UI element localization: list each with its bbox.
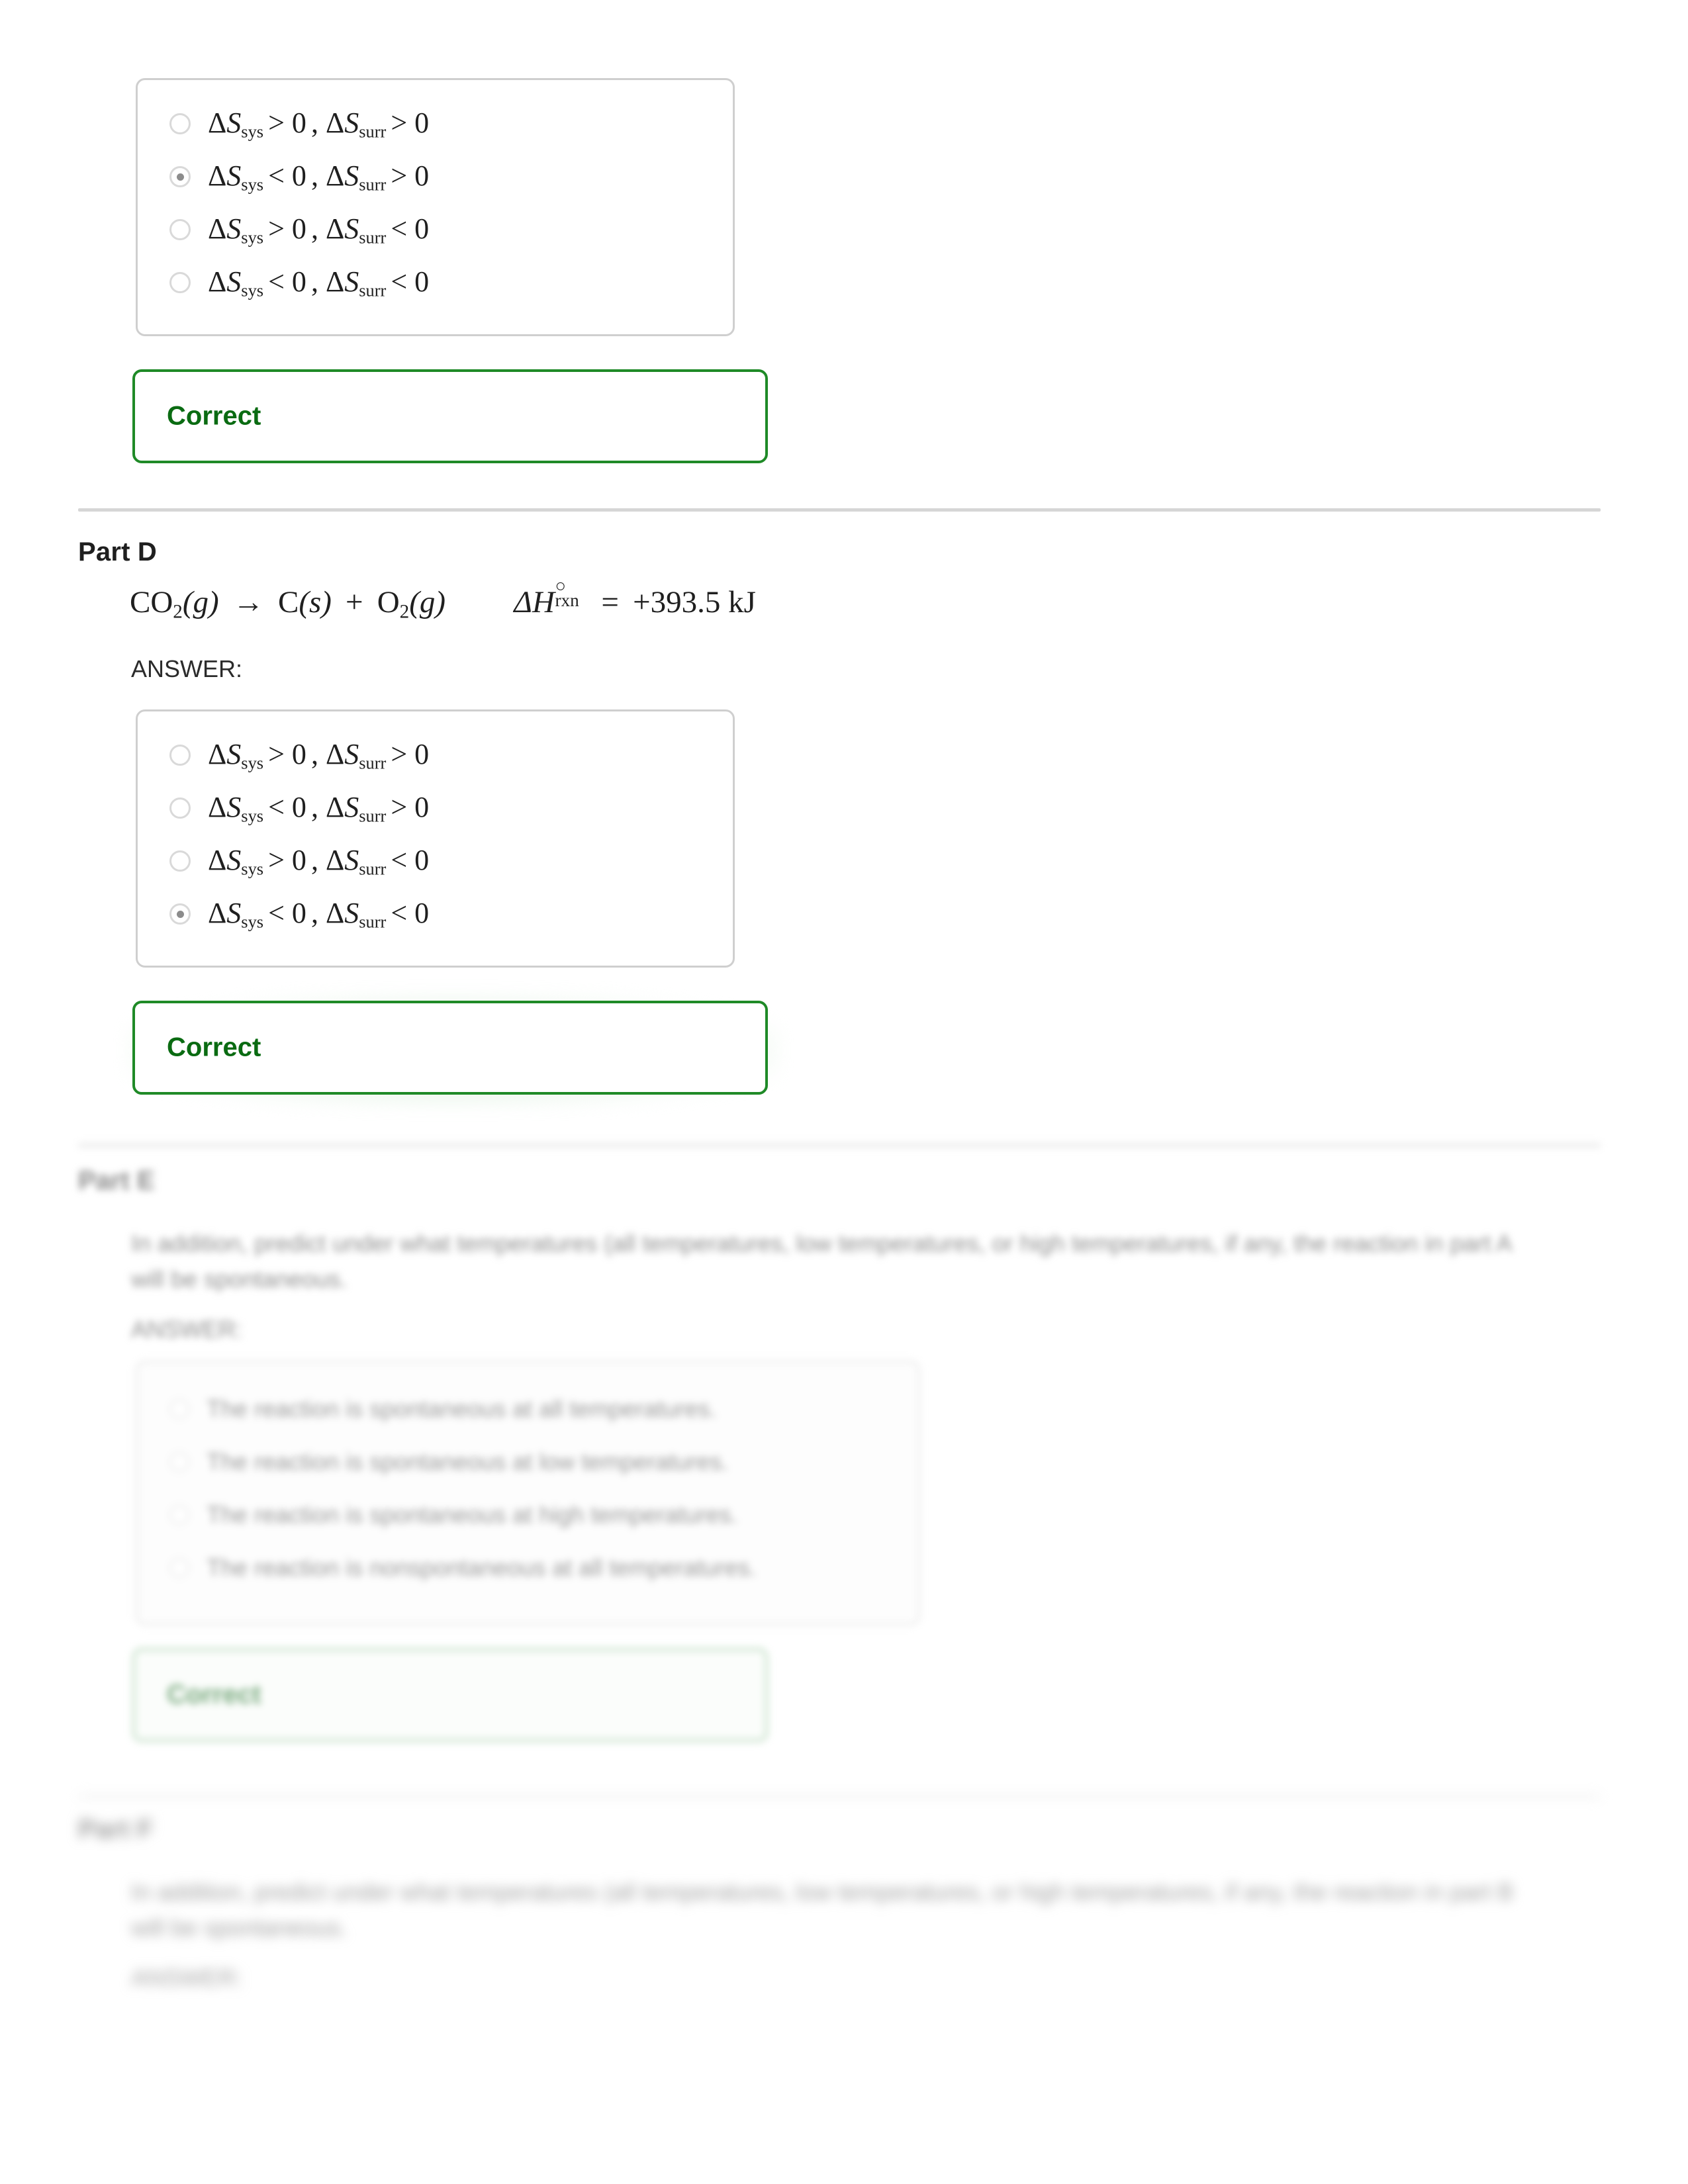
radio-icon[interactable] [169, 272, 191, 293]
option-label: The reaction is nonspontaneous at all te… [207, 1554, 757, 1581]
part-d-answer-label: ANSWER: [131, 655, 243, 682]
part-c-feedback-box: Correct [132, 369, 768, 463]
radio-icon[interactable] [169, 1452, 189, 1472]
option-label: ΔSsys > 0, ΔSsurr < 0 [208, 212, 430, 248]
option-label: ΔSsys > 0, ΔSsurr < 0 [208, 843, 430, 879]
part-e-heading: Part E [78, 1166, 155, 1195]
part-c-option-1[interactable]: ΔSsys > 0, ΔSsurr > 0 [138, 97, 733, 150]
part-c-options-box[interactable]: ΔSsys > 0, ΔSsurr > 0 ΔSsys < 0, ΔSsurr > 0 … [136, 78, 735, 336]
part-f-answer-label: ANSWER: [131, 1964, 243, 1991]
part-c-feedback-text: Correct [167, 401, 261, 431]
section-divider-e-f [78, 1795, 1601, 1798]
option-label: The reaction is spontaneous at high temp… [207, 1501, 738, 1528]
part-e-options-box[interactable]: The reaction is spontaneous at all tempe… [136, 1361, 920, 1625]
radio-icon[interactable] [169, 1558, 189, 1578]
radio-icon-selected[interactable] [169, 903, 191, 925]
option-label: The reaction is spontaneous at low tempe… [207, 1448, 729, 1475]
radio-icon-selected[interactable] [169, 166, 191, 187]
option-label: ΔSsys < 0, ΔSsurr > 0 [208, 159, 430, 195]
part-e-option-3[interactable]: The reaction is spontaneous at high temp… [138, 1488, 918, 1541]
radio-icon[interactable] [169, 113, 191, 134]
part-e-option-4[interactable]: The reaction is nonspontaneous at all te… [138, 1541, 918, 1594]
section-divider-c-d [78, 508, 1601, 512]
part-d-option-3[interactable]: ΔSsys > 0, ΔSsurr < 0 [138, 835, 733, 887]
part-d-option-1[interactable]: ΔSsys > 0, ΔSsurr > 0 [138, 729, 733, 782]
option-label: The reaction is spontaneous at all tempe… [207, 1395, 717, 1422]
part-e-feedback-text: Correct [167, 1680, 261, 1709]
part-f-heading: Part F [78, 1815, 154, 1844]
part-e-answer-label: ANSWER: [131, 1316, 243, 1343]
section-divider-d-e [78, 1144, 1601, 1147]
radio-icon[interactable] [169, 1399, 189, 1419]
option-label: ΔSsys < 0, ΔSsurr < 0 [208, 896, 430, 932]
part-d-equation: CO2(g) → C(s) + O2(g) ΔH ○ rxn = +393.5 kJ [130, 576, 756, 623]
part-c-option-2[interactable]: ΔSsys < 0, ΔSsurr > 0 [138, 150, 733, 203]
radio-icon[interactable] [169, 745, 191, 766]
part-e-feedback-box: Correct [132, 1648, 768, 1742]
part-d-feedback-box: Correct [132, 1001, 768, 1095]
option-label: ΔSsys > 0, ΔSsurr > 0 [208, 106, 430, 142]
part-d-feedback-text: Correct [167, 1032, 261, 1062]
part-c-option-4[interactable]: ΔSsys < 0, ΔSsurr < 0 [138, 256, 733, 309]
part-d-options-box[interactable]: ΔSsys > 0, ΔSsurr > 0 ΔSsys < 0, ΔSsurr > 0 … [136, 709, 735, 968]
part-d-heading: Part D [78, 537, 158, 567]
option-label: ΔSsys < 0, ΔSsurr < 0 [208, 265, 430, 300]
option-label: ΔSsys < 0, ΔSsurr > 0 [208, 790, 430, 826]
part-e-option-1[interactable]: The reaction is spontaneous at all tempe… [138, 1383, 918, 1435]
assignment-page: ΔSsys > 0, ΔSsurr > 0 ΔSsys < 0, ΔSsurr > 0 … [0, 0, 1688, 2184]
part-d-option-2[interactable]: ΔSsys < 0, ΔSsurr > 0 [138, 782, 733, 835]
radio-icon[interactable] [169, 219, 191, 240]
radio-icon[interactable] [169, 797, 191, 819]
part-e-prompt: In addition, predict under what temperat… [131, 1230, 1511, 1293]
radio-icon[interactable] [169, 1505, 189, 1525]
part-d-option-4[interactable]: ΔSsys < 0, ΔSsurr < 0 [138, 887, 733, 940]
part-e-option-2[interactable]: The reaction is spontaneous at low tempe… [138, 1435, 918, 1488]
part-f-prompt: In addition, predict under what temperat… [131, 1878, 1514, 1941]
radio-icon[interactable] [169, 850, 191, 872]
option-label: ΔSsys > 0, ΔSsurr > 0 [208, 737, 430, 773]
part-c-option-3[interactable]: ΔSsys > 0, ΔSsurr < 0 [138, 203, 733, 256]
